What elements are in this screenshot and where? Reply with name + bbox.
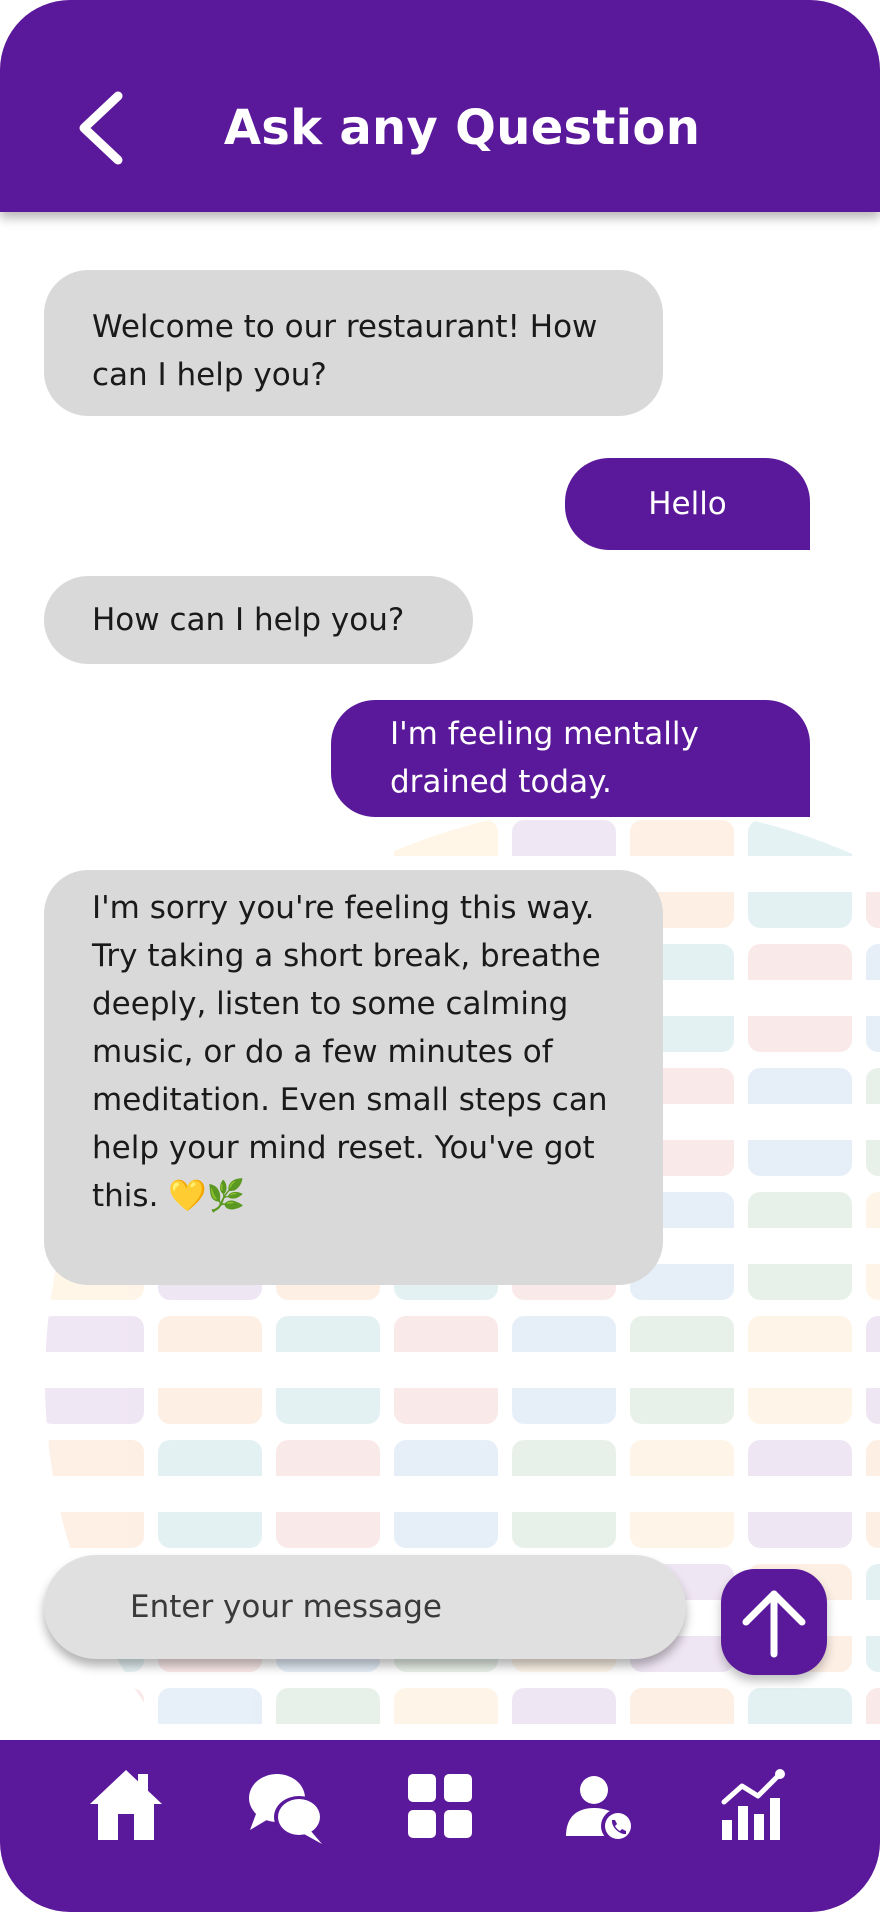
message-bubble-bot: Welcome to our restaurant! How can I hel… [44,270,663,416]
message-text: I'm sorry you're feeling this way. Try t… [92,890,608,1214]
user-call-icon [566,1776,635,1843]
message-bubble-user: I'm feeling mentally drained today. [331,700,810,817]
stats-icon [721,1769,785,1840]
message-bubble-bot: How can I help you? [44,576,473,664]
page-title: Ask any Question [223,100,701,156]
bottom-navigation [0,1740,880,1912]
arrow-up-icon [742,1590,806,1658]
nav-home[interactable] [84,1764,168,1848]
nav-chat[interactable] [244,1764,328,1848]
app-screen: Ask any Question Welcome to our restaura… [0,0,880,1912]
message-text: I'm feeling mentally drained today. [390,716,699,800]
nav-contact[interactable] [558,1764,642,1848]
grid-icon [408,1774,472,1838]
message-text: Welcome to our restaurant! How can I hel… [92,309,598,393]
nav-dashboard[interactable] [398,1764,482,1848]
message-text: How can I help you? [92,602,405,638]
message-input[interactable] [44,1555,686,1659]
nav-stats[interactable] [712,1764,796,1848]
message-bubble-user: Hello [565,458,810,550]
chat-bubbles-icon [249,1774,324,1844]
header-bar: Ask any Question [0,0,880,212]
message-bubble-bot: I'm sorry you're feeling this way. Try t… [44,870,663,1285]
message-text: Hello [648,486,727,522]
send-button[interactable] [721,1569,827,1675]
home-icon [90,1770,162,1840]
